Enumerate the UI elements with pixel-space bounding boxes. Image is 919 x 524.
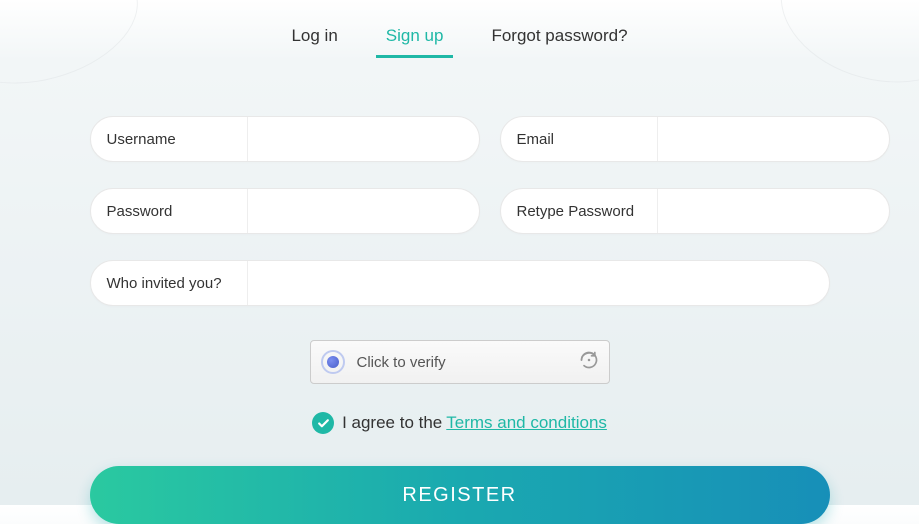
password-label: Password bbox=[107, 203, 247, 220]
terms-row: I agree to the Terms and conditions bbox=[90, 412, 830, 434]
username-input[interactable] bbox=[247, 117, 463, 161]
password-field-wrap: Password bbox=[90, 188, 480, 234]
retype-password-field-wrap: Retype Password bbox=[500, 188, 890, 234]
referrer-input[interactable] bbox=[247, 261, 813, 305]
terms-prefix-text: I agree to the bbox=[342, 413, 442, 433]
username-label: Username bbox=[107, 131, 247, 148]
username-field-wrap: Username bbox=[90, 116, 480, 162]
email-label: Email bbox=[517, 131, 657, 148]
terms-checkbox[interactable] bbox=[312, 412, 334, 434]
captcha-widget[interactable]: Click to verify bbox=[310, 340, 610, 384]
retype-password-input[interactable] bbox=[657, 189, 873, 233]
referrer-label: Who invited you? bbox=[107, 275, 247, 292]
referrer-field-wrap: Who invited you? bbox=[90, 260, 830, 306]
email-field-wrap: Email bbox=[500, 116, 890, 162]
tab-signup[interactable]: Sign up bbox=[386, 26, 444, 56]
tab-login[interactable]: Log in bbox=[291, 26, 337, 56]
signup-form: Username Email Password Retype Password … bbox=[90, 68, 830, 524]
email-input[interactable] bbox=[657, 117, 873, 161]
register-button[interactable]: REGISTER bbox=[90, 466, 830, 524]
tab-forgot-password[interactable]: Forgot password? bbox=[491, 26, 627, 56]
captcha-text: Click to verify bbox=[357, 354, 579, 371]
password-input[interactable] bbox=[247, 189, 463, 233]
check-icon bbox=[317, 417, 330, 430]
refresh-icon bbox=[579, 350, 599, 375]
terms-link[interactable]: Terms and conditions bbox=[446, 413, 607, 433]
captcha-dot-icon bbox=[327, 356, 339, 368]
captcha-circle-icon bbox=[321, 350, 345, 374]
retype-password-label: Retype Password bbox=[517, 203, 657, 220]
